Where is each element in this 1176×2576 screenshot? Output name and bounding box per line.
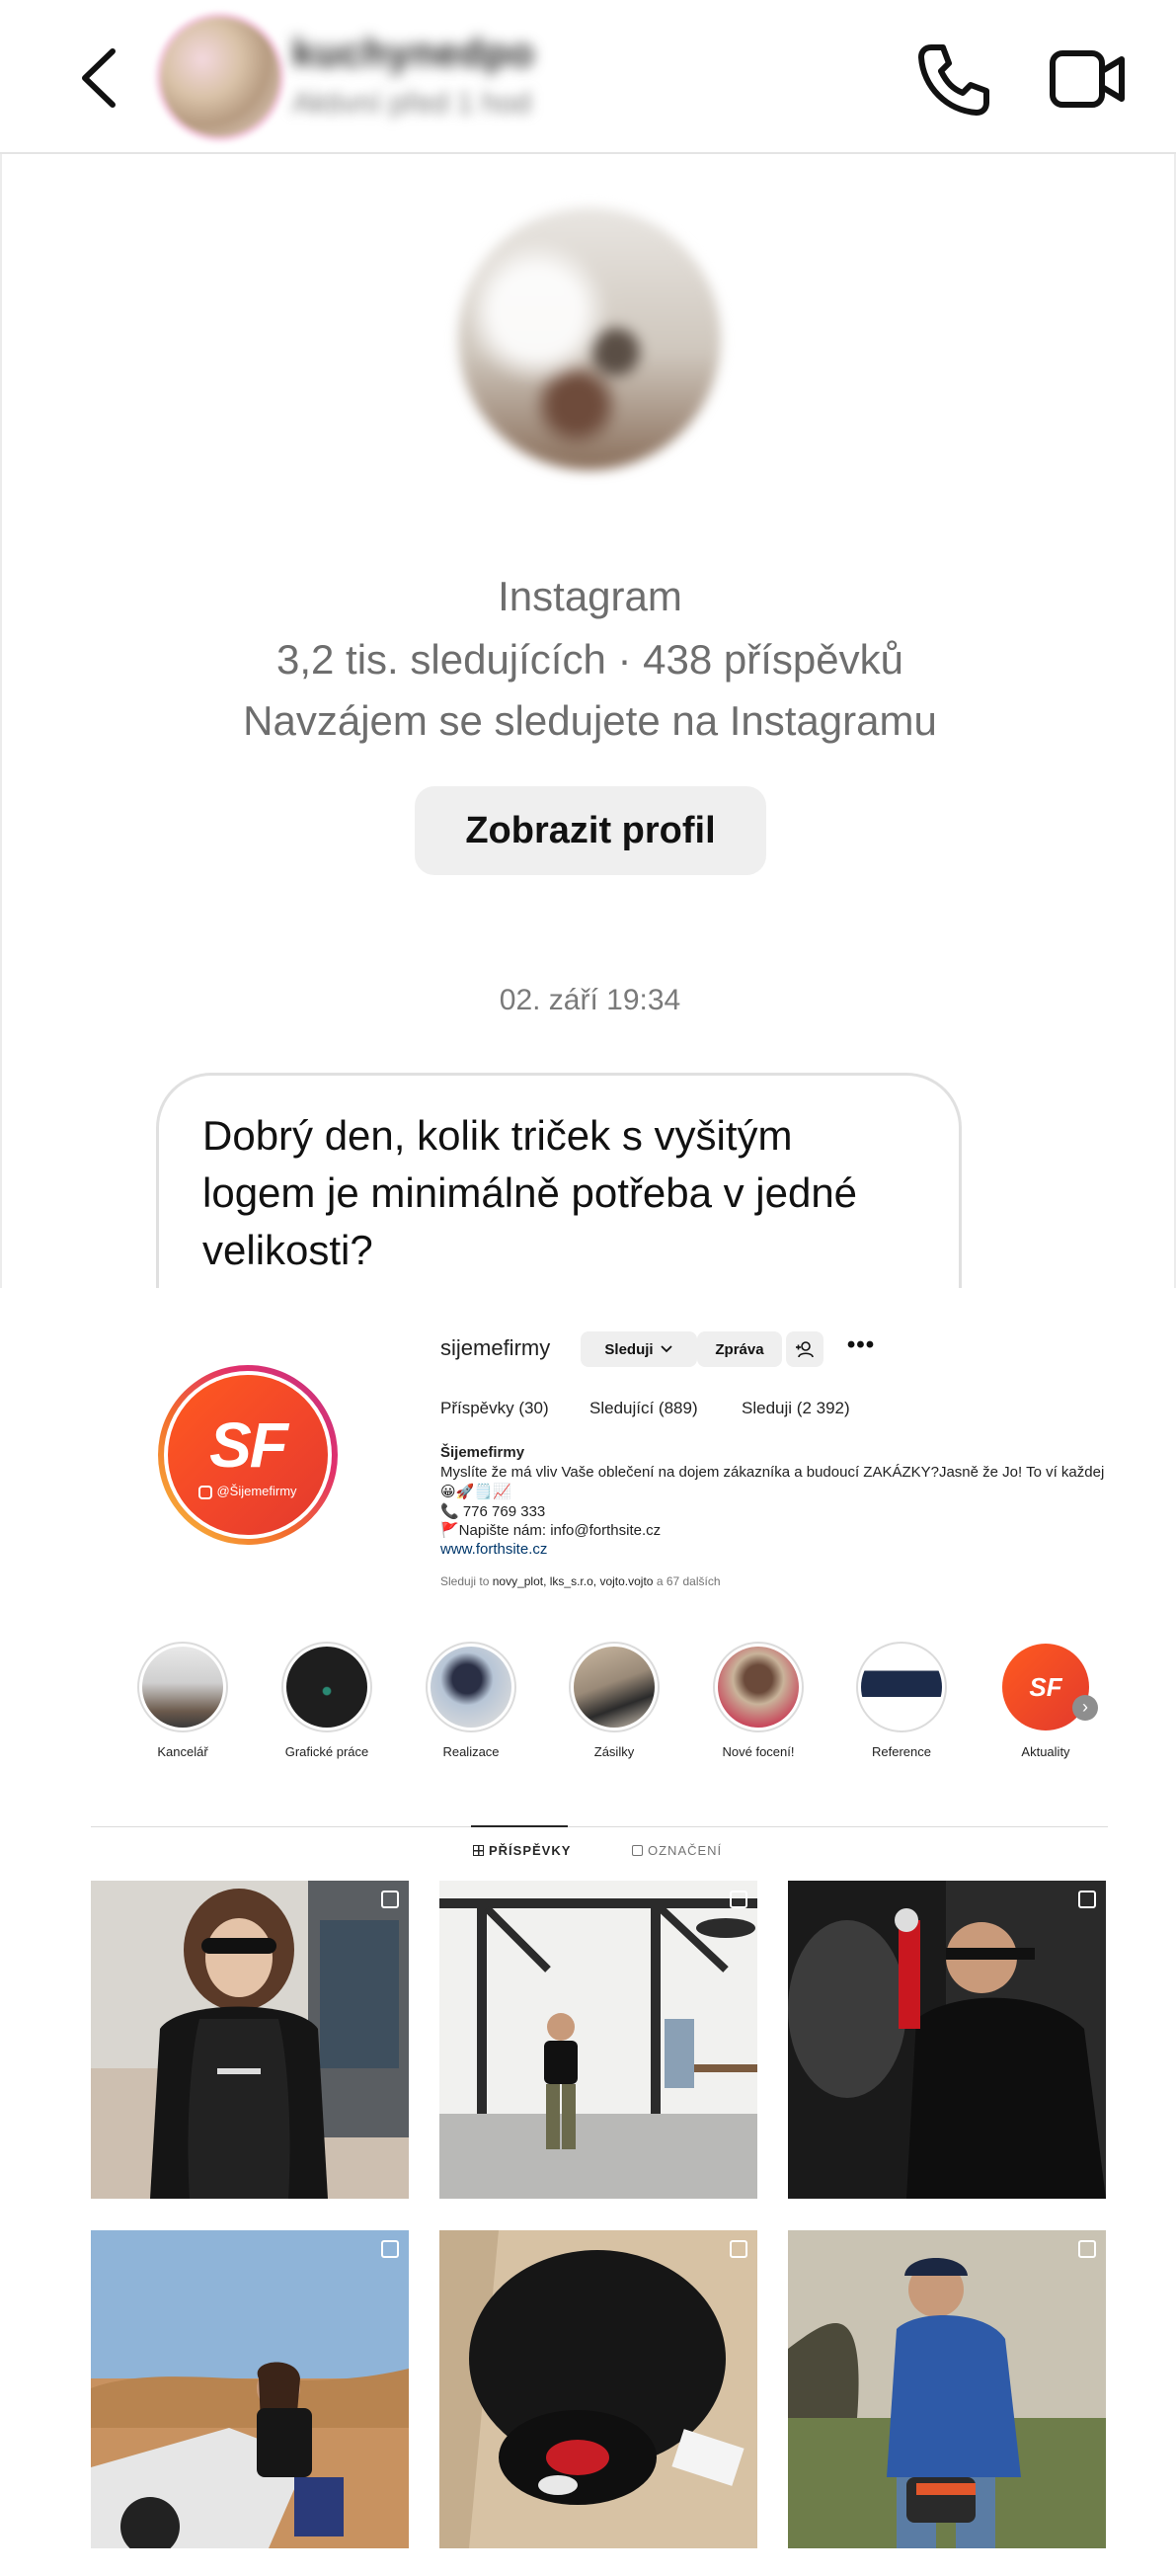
following-button[interactable]: Sleduji	[581, 1331, 697, 1367]
bio-line: 😀🚀🗒️📈	[440, 1484, 511, 1500]
multiple-images-icon	[381, 2240, 399, 2258]
chevron-down-icon	[660, 1345, 672, 1353]
highlight-cover	[142, 1647, 223, 1728]
tagged-icon	[632, 1845, 643, 1856]
highlight-cover	[286, 1647, 367, 1728]
multiple-images-icon	[381, 1891, 399, 1908]
multiple-images-icon	[730, 2240, 747, 2258]
followed-by-note[interactable]: Sleduji to novy_plot, lks_s.r.o, vojto.v…	[440, 1574, 721, 1588]
logo-handle: @Šijemefirmy	[216, 1484, 297, 1498]
post-thumbnail[interactable]	[788, 2230, 1106, 2548]
instagram-icon	[198, 1485, 213, 1499]
contact-profile-photo[interactable]	[458, 207, 721, 470]
contact-name[interactable]: kuchynedpo	[292, 32, 535, 76]
bio-line: 📞 776 769 333	[440, 1503, 546, 1520]
contact-stats: 3,2 tis. sledujících · 438 příspěvků	[276, 636, 903, 683]
highlight-realizace[interactable]: Realizace	[422, 1642, 520, 1759]
add-user-icon[interactable]	[786, 1331, 823, 1367]
bio-line: Myslíte že má vliv Vaše oblečení na doje…	[440, 1464, 1105, 1481]
message-button[interactable]: Zpráva	[697, 1331, 782, 1367]
message-bubble[interactable]: Dobrý den, kolik triček s vyšitým logem …	[156, 1073, 962, 1310]
mutual-follow-note: Navzájem se sledujete na Instagramu	[243, 697, 937, 744]
instagram-profile-screenshot: SF @Šijemefirmy sijemefirmy Sleduji Zprá…	[0, 1288, 1176, 2576]
multiple-images-icon	[1078, 2240, 1096, 2258]
post-thumbnail[interactable]	[788, 1881, 1106, 2199]
message-timestamp: 02. září 19:34	[499, 984, 681, 1016]
contact-avatar[interactable]	[161, 18, 279, 136]
grid-icon	[473, 1845, 484, 1856]
profile-avatar[interactable]: SF @Šijemefirmy	[158, 1365, 338, 1545]
bio-website-link[interactable]: www.forthsite.cz	[440, 1541, 547, 1558]
post-thumbnail[interactable]	[91, 1881, 409, 2199]
tabs-divider	[91, 1826, 1108, 1827]
chat-thread: Instagram 3,2 tis. sledujících · 438 pří…	[0, 154, 1176, 1310]
following-label: Sleduji	[604, 1340, 654, 1358]
chevron-right-icon[interactable]: ›	[1072, 1695, 1098, 1721]
highlight-graficke-prace[interactable]: Grafické práce	[277, 1642, 376, 1759]
highlight-cover	[861, 1647, 942, 1728]
stat-followers[interactable]: Sledující (889)	[589, 1399, 698, 1418]
multiple-images-icon	[1078, 1891, 1096, 1908]
highlight-cover	[574, 1647, 655, 1728]
highlight-reference[interactable]: Reference	[852, 1642, 951, 1759]
more-options-icon[interactable]: •••	[841, 1331, 881, 1367]
tab-posts[interactable]: PŘÍSPĚVKY	[473, 1843, 571, 1858]
highlight-zasilky[interactable]: Zásilky	[565, 1642, 664, 1759]
view-profile-button[interactable]: Zobrazit profil	[415, 786, 766, 875]
stat-posts[interactable]: Příspěvky (30)	[440, 1399, 549, 1418]
multiple-images-icon	[730, 1891, 747, 1908]
contact-status: Aktivní před 1 hod	[292, 87, 531, 120]
stat-following[interactable]: Sleduji (2 392)	[742, 1399, 850, 1418]
profile-username: sijemefirmy	[440, 1335, 551, 1360]
active-tab-indicator	[471, 1825, 568, 1827]
chat-header: kuchynedpo Aktivní před 1 hod	[0, 0, 1176, 154]
post-thumbnail[interactable]	[439, 1881, 757, 2199]
tab-tagged[interactable]: OZNAČENÍ	[632, 1843, 722, 1858]
highlight-nove-foceni[interactable]: Nové focení!	[709, 1642, 808, 1759]
post-thumbnail[interactable]	[439, 2230, 757, 2548]
bio-line: 🚩Napište nám: info@forthsite.cz	[440, 1522, 662, 1539]
highlight-cover	[718, 1647, 799, 1728]
video-camera-icon[interactable]	[1049, 47, 1128, 111]
logo-text: SF	[209, 1409, 288, 1481]
phone-icon[interactable]	[913, 40, 992, 119]
brand-logo: SF @Šijemefirmy	[168, 1375, 328, 1535]
back-arrow-icon[interactable]	[69, 41, 128, 115]
bio-name: Šijemefirmy	[440, 1444, 525, 1461]
highlight-cover	[431, 1647, 511, 1728]
platform-label: Instagram	[498, 573, 682, 619]
post-thumbnail[interactable]	[91, 2230, 409, 2548]
highlight-kancelar[interactable]: Kancelář	[133, 1642, 232, 1759]
